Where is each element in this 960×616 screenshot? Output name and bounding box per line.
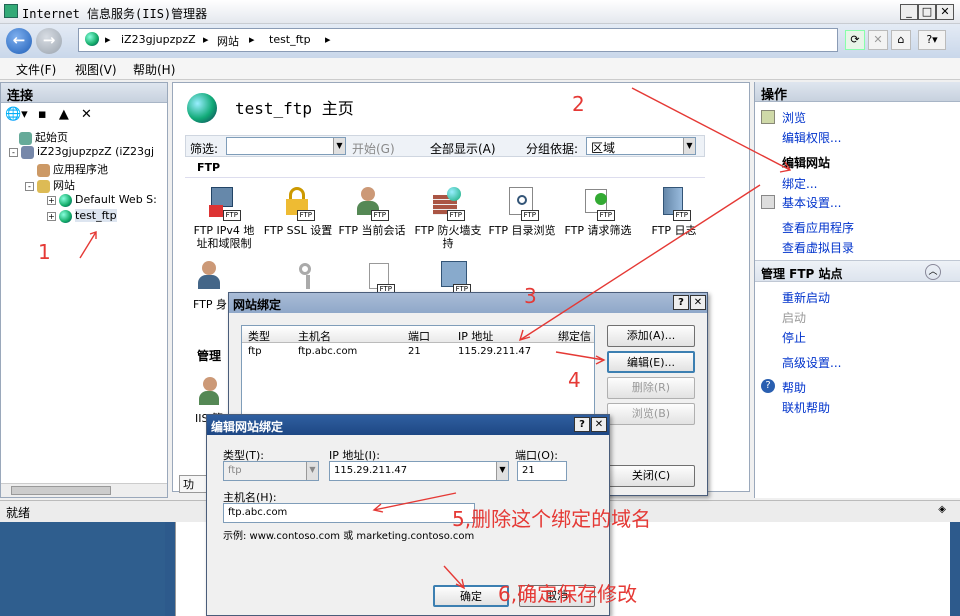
annotation-step-3: 3 [524,284,537,308]
annotation-step-6: 6,确定保存修改 [498,582,638,606]
arrow-6 [443,565,465,589]
arrow-3 [519,184,761,341]
annotation-step-5: 5,删除这个绑定的域名 [452,507,652,531]
annotation-step-1: 1 [38,240,51,264]
annotation-step-4: 4 [568,368,581,392]
arrow-5 [373,492,457,511]
annotation-step-2: 2 [572,92,585,116]
arrow-1 [79,231,97,259]
arrow-2 [631,87,791,171]
